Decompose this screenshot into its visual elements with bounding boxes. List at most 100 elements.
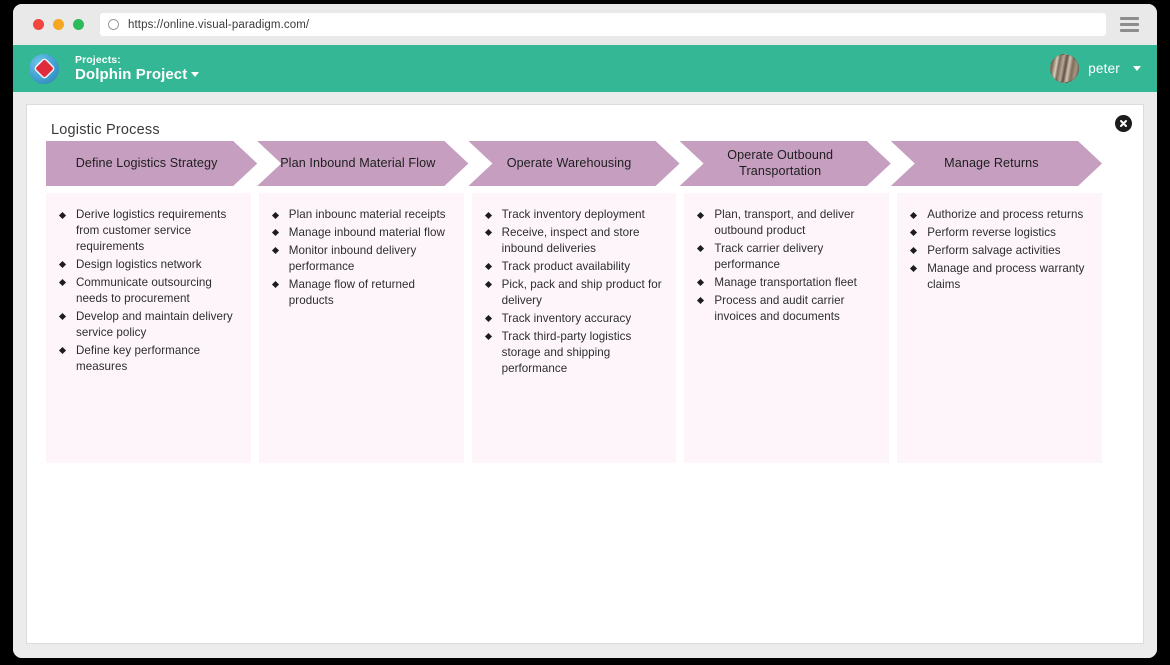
process-stage-header-2[interactable]: Plan Inbound Material Flow (257, 141, 468, 186)
diamond-bullet-icon (271, 281, 279, 289)
visual-paradigm-globe-logo-icon (29, 53, 59, 84)
activity-list: Authorize and process returns Perform rev… (910, 207, 1090, 293)
list-item-label: Develop and maintain delivery service po… (76, 309, 233, 339)
diamond-bullet-icon (58, 261, 67, 269)
process-stage-column-1: Derive logistics requirements from custo… (46, 193, 251, 463)
process-stage-column-3: Track inventory deployment Receive, inspe… (471, 193, 677, 463)
close-icon[interactable] (1115, 115, 1132, 132)
diamond-bullet-icon (484, 281, 492, 289)
diamond-bullet-icon (58, 313, 67, 321)
diamond-bullet-icon (697, 211, 705, 219)
diamond-bullet-icon (58, 347, 67, 355)
address-bar[interactable]: https://online.visual-paradigm.com/ (100, 13, 1106, 36)
list-item-label: Manage inbound material flow (288, 225, 445, 239)
list-item[interactable]: Define key performance measures (58, 343, 239, 375)
list-item-label: Derive logistics requirements from custo… (76, 208, 227, 253)
list-item-label: Track third-party logistics storage and … (501, 329, 632, 375)
list-item[interactable]: Track third-party logistics storage and … (484, 329, 665, 377)
avatar (1050, 54, 1080, 83)
list-item[interactable]: Derive logistics requirements from custo… (58, 207, 239, 255)
process-stage-column-5: Authorize and process returns Perform rev… (897, 193, 1102, 463)
list-item-label: Communicate outsourcing needs to procure… (76, 275, 212, 305)
activity-list: Track inventory deployment Receive, inspe… (484, 207, 665, 377)
list-item[interactable]: Perform reverse logistics (910, 225, 1090, 241)
address-bar-url: https://online.visual-paradigm.com/ (128, 18, 310, 31)
list-item[interactable]: Process and audit carrier invoices and d… (697, 293, 877, 325)
list-item-label: Process and audit carrier invoices and d… (714, 293, 845, 323)
diamond-bullet-icon (697, 297, 705, 305)
activity-list: Plan, transport, and deliver outbound pr… (697, 207, 877, 325)
diamond-bullet-icon (271, 211, 279, 219)
chevron-down-icon (1133, 66, 1141, 71)
process-stage-column-4: Plan, transport, and deliver outbound pr… (684, 193, 890, 463)
project-name-text: Dolphin Project (75, 65, 188, 83)
list-item[interactable]: Manage and process warranty claims (910, 261, 1090, 293)
list-item-label: Plan, transport, and deliver outbound pr… (714, 208, 855, 237)
activity-list: Derive logistics requirements from custo… (58, 207, 239, 375)
diamond-bullet-icon (910, 229, 918, 237)
list-item-label: Plan inbounc material receipts (288, 208, 446, 221)
list-item[interactable]: Design logistics network (58, 257, 239, 273)
process-stage-title: Operate Warehousing (506, 155, 632, 170)
process-stage-header-4[interactable]: Operate Outbound Transportation (680, 141, 891, 186)
diamond-bullet-icon (484, 333, 492, 341)
diamond-bullet-icon (271, 229, 279, 237)
user-menu[interactable]: peter (1050, 54, 1141, 83)
list-item-label: Manage and process warranty claims (927, 261, 1085, 291)
process-stage-title: Plan Inbound Material Flow (280, 155, 436, 170)
hamburger-menu-icon[interactable] (1120, 17, 1139, 32)
list-item[interactable]: Pick, pack and ship product for delivery (484, 277, 665, 309)
window-traffic-lights (33, 19, 84, 30)
diamond-bullet-icon (484, 315, 492, 323)
page-body: Logistic Process Define Logistics Strate… (13, 92, 1157, 658)
activity-list: Plan inbounc material receipts Manage inb… (271, 207, 452, 309)
close-window-button[interactable] (33, 19, 44, 30)
list-item[interactable]: Track carrier delivery performance (697, 241, 877, 273)
list-item[interactable]: Monitor inbound delivery performance (271, 243, 452, 275)
user-name-label: peter (1088, 61, 1120, 76)
diamond-bullet-icon (697, 279, 705, 287)
list-item-label: Perform salvage activities (927, 243, 1061, 257)
diamond-bullet-icon (697, 245, 705, 253)
process-stage-title: Operate Outbound Transportation (727, 148, 834, 178)
list-item-label: Manage transportation fleet (714, 275, 857, 289)
diamond-bullet-icon (58, 279, 67, 287)
list-item[interactable]: Manage transportation fleet (697, 275, 877, 291)
list-item[interactable]: Track inventory deployment (484, 207, 665, 223)
list-item-label: Track inventory accuracy (501, 311, 632, 325)
list-item[interactable]: Communicate outsourcing needs to procure… (58, 275, 239, 307)
list-item[interactable]: Perform salvage activities (910, 243, 1090, 259)
minimize-window-button[interactable] (53, 19, 64, 30)
diagram-card: Logistic Process Define Logistics Strate… (26, 104, 1144, 644)
diamond-bullet-icon (910, 265, 918, 273)
browser-toolbar: https://online.visual-paradigm.com/ (13, 4, 1157, 45)
process-stage-header-5[interactable]: Manage Returns (891, 141, 1102, 186)
list-item-label: Define key performance measures (76, 343, 201, 373)
list-item[interactable]: Plan, transport, and deliver outbound pr… (697, 207, 877, 239)
reload-icon[interactable] (108, 19, 119, 30)
list-item[interactable]: Develop and maintain delivery service po… (58, 309, 239, 341)
project-selector[interactable]: Projects: Dolphin Project (75, 54, 200, 83)
list-item[interactable]: Manage inbound material flow (271, 225, 452, 241)
browser-window: https://online.visual-paradigm.com/ Proj… (13, 4, 1157, 658)
list-item[interactable]: Manage flow of returned products (271, 277, 452, 309)
diamond-bullet-icon (484, 211, 492, 219)
diamond-bullet-icon (910, 211, 918, 219)
list-item-label: Track inventory deployment (501, 208, 645, 221)
list-item[interactable]: Receive, inspect and store inbound deliv… (484, 225, 665, 257)
list-item[interactable]: Authorize and process returns (910, 207, 1090, 223)
process-stage-header-3[interactable]: Operate Warehousing (468, 141, 679, 186)
list-item[interactable]: Track product availability (484, 259, 665, 275)
process-stage-title: Define Logistics Strategy (75, 155, 218, 170)
list-item-label: Receive, inspect and store inbound deliv… (501, 225, 640, 255)
maximize-window-button[interactable] (73, 19, 84, 30)
list-item-label: Design logistics network (76, 257, 202, 271)
list-item[interactable]: Track inventory accuracy (484, 311, 665, 327)
diamond-bullet-icon (484, 263, 492, 271)
list-item[interactable]: Plan inbounc material receipts (271, 207, 452, 223)
list-item-label: Track product availability (501, 259, 631, 273)
process-stage-header-1[interactable]: Define Logistics Strategy (46, 141, 257, 186)
chevron-down-icon (191, 71, 200, 77)
project-name-dropdown[interactable]: Dolphin Project (75, 65, 200, 83)
app-logo[interactable] (13, 53, 75, 84)
